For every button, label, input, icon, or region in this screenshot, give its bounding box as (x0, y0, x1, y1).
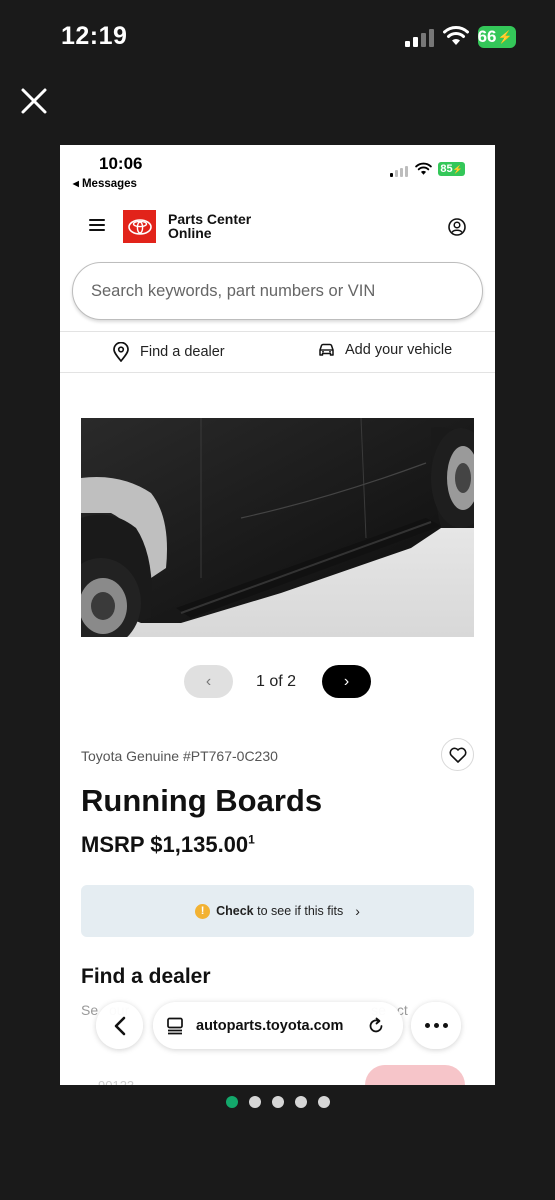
site-brand[interactable]: Parts Center Online (168, 212, 251, 240)
price-value: MSRP $1,135.00 (81, 832, 249, 857)
cellular-signal-icon (405, 29, 434, 47)
reload-icon[interactable] (367, 1017, 385, 1035)
inner-signal-icon (390, 166, 408, 177)
fit-check-text: to see if this fits (257, 904, 344, 918)
find-dealer-link[interactable]: Find a dealer (112, 342, 225, 362)
close-icon[interactable] (20, 87, 48, 115)
more-options-button[interactable] (411, 1002, 461, 1049)
page-menu-icon[interactable] (166, 1017, 186, 1035)
price-footnote: 1 (248, 832, 255, 847)
search-input[interactable] (73, 263, 482, 319)
find-dealer-label: Find a dealer (140, 344, 225, 360)
inner-battery-level: 85 (440, 163, 453, 175)
inner-status-bar: 10:06 ◂ Messages 85 ⚡ (60, 145, 495, 200)
more-dot (442, 1023, 448, 1028)
search-box[interactable] (72, 262, 483, 320)
zip-code-field[interactable]: 90123 (98, 1078, 134, 1085)
image-pager: ‹ 1 of 2 › (184, 665, 371, 698)
battery-icon: 66 ⚡ (478, 26, 516, 48)
previous-image-button[interactable]: ‹ (184, 665, 233, 698)
more-dot (433, 1023, 439, 1028)
inner-status-time: 10:06 (99, 154, 143, 173)
hamburger-menu-icon[interactable] (89, 219, 105, 231)
browser-address-bar[interactable]: autoparts.toyota.com (153, 1002, 403, 1049)
add-vehicle-link[interactable]: Add your vehicle (318, 342, 452, 358)
fit-check-bold: Check (216, 904, 254, 918)
car-icon (319, 343, 334, 356)
wifi-icon (443, 26, 469, 45)
more-dot (424, 1023, 430, 1028)
location-pin-icon (113, 342, 129, 362)
back-to-messages[interactable]: ◂ Messages (73, 176, 137, 190)
battery-level: 66 (477, 27, 497, 46)
quick-links-bar: Find a dealer Add your vehicle (60, 331, 495, 373)
product-title: Running Boards (81, 783, 323, 818)
page-dot[interactable] (226, 1096, 238, 1108)
next-image-button[interactable]: › (322, 665, 371, 698)
page-dot[interactable] (272, 1096, 284, 1108)
carousel-page-indicator[interactable] (226, 1096, 330, 1108)
chevron-right-icon: › (355, 903, 360, 919)
inner-battery-icon: 85 ⚡ (438, 162, 465, 176)
site-header: Parts Center Online (60, 200, 495, 255)
page-dot[interactable] (249, 1096, 261, 1108)
product-price: MSRP $1,135.001 (81, 832, 255, 858)
add-vehicle-label: Add your vehicle (345, 342, 453, 358)
toyota-emblem-icon (127, 218, 152, 235)
toyota-logo[interactable] (123, 210, 156, 243)
account-icon[interactable] (448, 218, 466, 236)
page-dot[interactable] (295, 1096, 307, 1108)
inner-wifi-icon (415, 162, 432, 175)
brand-line-1: Parts Center (168, 211, 252, 227)
brand-line-2: Online (168, 225, 212, 241)
dealer-search-button[interactable] (365, 1065, 465, 1085)
favorite-button[interactable] (441, 738, 474, 771)
heart-icon (449, 747, 466, 763)
part-number: Toyota Genuine #PT767-0C230 (81, 748, 278, 764)
status-time: 12:19 (61, 22, 128, 50)
alert-icon: ! (195, 903, 211, 919)
find-dealer-heading: Find a dealer (81, 965, 211, 988)
browser-back-button[interactable] (96, 1002, 143, 1049)
page-dot[interactable] (318, 1096, 330, 1108)
screenshot-preview: 10:06 ◂ Messages 85 ⚡ Parts Center Online (60, 145, 495, 1085)
image-counter: 1 of 2 (256, 673, 297, 690)
product-image[interactable] (81, 418, 474, 637)
fit-check-banner[interactable]: ! Check to see if this fits › (81, 885, 474, 937)
browser-url: autoparts.toyota.com (196, 1017, 344, 1034)
chevron-left-icon (114, 1016, 125, 1035)
